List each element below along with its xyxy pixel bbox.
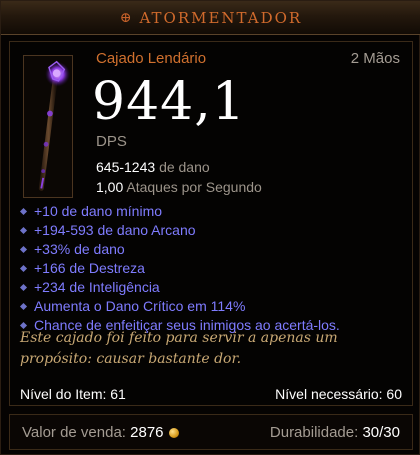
flavor-line: propósito: causar bastante dor.: [20, 351, 242, 367]
affix-item: +234 de Inteligência: [18, 278, 408, 297]
affix-item: +33% de dano: [18, 240, 408, 259]
durability-value: 30/30: [362, 423, 400, 441]
cross-circle-icon: ⊕: [119, 9, 134, 26]
staff-icon: [38, 60, 71, 191]
attack-speed: 1,00 Ataques por Segundo: [96, 179, 262, 195]
flavor-text: Este cajado foi feito para servir a apen…: [20, 328, 390, 370]
sell-value-amount: 2876: [130, 423, 164, 441]
diamond-bullet-icon: [19, 245, 28, 254]
dps-label: DPS: [96, 133, 127, 150]
damage-range: 645-1243 de dano: [96, 159, 210, 175]
damage-range-value: 645-1243: [96, 159, 156, 175]
affix-list: +10 de dano mínimo +194-593 de dano Arca…: [18, 202, 408, 335]
damage-range-label: de dano: [159, 159, 210, 175]
affix-item: +10 de dano mínimo: [18, 202, 408, 221]
required-level: Nível necessário: 60: [275, 386, 402, 402]
weapon-image: [23, 55, 73, 198]
item-details-panel: Cajado Lendário 2 Mãos 944,1 DPS 645-124…: [9, 41, 413, 406]
item-level: Nível do Item: 61: [20, 386, 126, 402]
dps-value: 944,1: [92, 72, 246, 132]
item-name: ATORMENTADOR: [139, 8, 303, 27]
attack-speed-label: Ataques por Segundo: [126, 179, 262, 195]
affix-item: +166 de Destreza: [18, 259, 408, 278]
hands-label: 2 Mãos: [350, 50, 400, 67]
sell-value-label: Valor de venda:: [22, 423, 126, 441]
diamond-bullet-icon: [19, 226, 28, 235]
attack-speed-value: 1,00: [96, 179, 124, 195]
durability: Durabilidade: 30/30: [270, 424, 400, 441]
gold-coin-icon: [168, 427, 179, 438]
item-footer-bar: Valor de venda: 2876 Durabilidade: 30/30: [9, 414, 413, 450]
diamond-bullet-icon: [19, 264, 28, 273]
affix-item: Aumenta o Dano Crítico em 114%: [18, 297, 408, 316]
flavor-line: Este cajado foi feito para servir a apen…: [20, 330, 338, 346]
item-type: Cajado Lendário: [96, 50, 207, 67]
diamond-bullet-icon: [19, 302, 28, 311]
sell-value: Valor de venda: 2876: [22, 424, 179, 441]
item-name-header: ⊕ ATORMENTADOR: [1, 1, 420, 35]
diamond-bullet-icon: [19, 207, 28, 216]
diamond-bullet-icon: [19, 283, 28, 292]
affix-item: +194-593 de dano Arcano: [18, 221, 408, 240]
item-tooltip: ⊕ ATORMENTADOR Cajado Lendário 2 Mãos 94…: [0, 0, 420, 455]
durability-label: Durabilidade:: [269, 423, 359, 441]
